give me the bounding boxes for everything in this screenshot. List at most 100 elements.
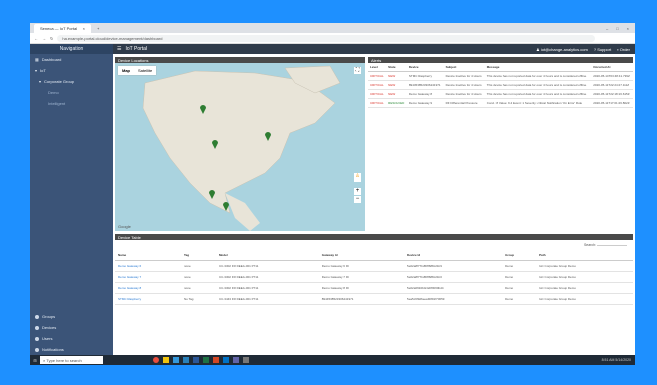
sidebar-item-demo[interactable]: Demo (30, 87, 113, 98)
table-row[interactable]: STMC Raspberry No Tag CC-3443 FR DEEA-00… (115, 293, 633, 305)
reload-icon[interactable]: ↻ (50, 36, 53, 41)
col-gateway-id[interactable]: Gateway Id (318, 250, 405, 261)
table-row[interactable]: CRITICAL RESOLVED Demo Gateway 9 RF Diff… (368, 99, 633, 108)
tab-close-icon[interactable]: × (83, 26, 85, 31)
alerts-panel: Alerts Level State Device Subject Messag… (368, 57, 633, 232)
device-map[interactable]: Map Satellite ⛶ ♙ + − Google (115, 63, 365, 231)
store-icon[interactable] (183, 357, 189, 363)
system-tray[interactable]: 8:51 AM 5/14/2020 (602, 358, 635, 362)
col-tag[interactable]: Tag (181, 250, 216, 261)
sidebar-item-groups[interactable]: Groups (30, 311, 113, 322)
device-link[interactable]: Demo Gateway 7 (115, 271, 181, 283)
app-header: ☰ IoT Portal ♟ iot@change-analytics.com … (113, 44, 635, 54)
browser-tabbar: Seneca — IoT Portal × + – □ × (30, 23, 635, 33)
col-name[interactable]: Name (115, 250, 181, 261)
back-icon[interactable]: ← (34, 36, 38, 41)
support-link[interactable]: ? Support (594, 47, 611, 52)
device-search[interactable]: Search: (115, 240, 633, 250)
sidebar-item-notifications[interactable]: Notifications (30, 344, 113, 355)
clock-time: 8:51 AM (601, 358, 615, 362)
col-level[interactable]: Level (368, 63, 387, 72)
search-input[interactable] (597, 245, 627, 246)
table-row[interactable]: Demo Gateway 6 none CC-3302 FR DEEA-001 … (115, 260, 633, 272)
sidebar-item-corporate-group[interactable]: ▾ Corporate Group (30, 76, 113, 87)
fullscreen-icon[interactable]: ⛶ (354, 67, 361, 74)
col-occurred[interactable]: Occurred At (591, 63, 633, 72)
sidebar-item-dashboard[interactable]: ▦ Dashboard (30, 54, 113, 65)
sidebar-item-devices[interactable]: Devices (30, 322, 113, 333)
user-icon: ♟ (536, 46, 540, 52)
zoom-out-button[interactable]: − (354, 196, 361, 203)
address-bar-row: ← → ↻ ha.example-portal.cloud/device-man… (30, 33, 635, 44)
chrome-icon[interactable] (153, 357, 159, 363)
app-brand: IoT Portal (125, 46, 148, 52)
address-bar[interactable]: ha.example-portal.cloud/device-managemen… (57, 34, 595, 42)
land-north-america (142, 70, 336, 214)
help-icon: ? (593, 46, 597, 52)
alerts-table: Level State Device Subject Message Occur… (368, 63, 633, 108)
sidebar-item-users[interactable]: Users (30, 333, 113, 344)
device-link[interactable]: STMC Raspberry (115, 293, 181, 305)
tab-satellite[interactable]: Satellite (134, 66, 156, 75)
google-logo: Google (118, 224, 131, 229)
col-state[interactable]: State (386, 63, 407, 72)
minimize-button[interactable]: – (606, 26, 608, 31)
sidebar-title: Navigation (30, 44, 113, 54)
folder-icon[interactable] (163, 357, 169, 363)
close-window-button[interactable]: × (627, 26, 629, 31)
browser-tab[interactable]: Seneca — IoT Portal × (34, 23, 91, 33)
land-central-america (225, 193, 260, 231)
tab-map[interactable]: Map (118, 66, 134, 75)
device-link[interactable]: Demo Gateway 6 (115, 260, 181, 272)
device-link[interactable]: Demo Gateway 8 (115, 282, 181, 294)
col-path[interactable]: Path (536, 250, 633, 261)
order-link[interactable]: ▪ Order (617, 47, 630, 52)
windows-start-icon[interactable]: ⊞ (30, 355, 40, 365)
outlook-icon[interactable] (223, 357, 229, 363)
map-panel: Device Locations Map Satellite ⛶ ♙ + − G… (115, 57, 365, 232)
table-row[interactable]: CRITICAL NEW Demo Gateway 8 Device Inact… (368, 90, 633, 99)
zoom-in-button[interactable]: + (354, 188, 361, 195)
table-row[interactable]: CRITICAL NEW STMC Raspberry Device Inact… (368, 72, 633, 81)
users-icon (35, 336, 39, 341)
table-row[interactable]: Demo Gateway 7 none CC-3302 FR DEEA-001 … (115, 271, 633, 283)
word-icon[interactable] (193, 357, 199, 363)
new-tab-button[interactable]: + (97, 26, 99, 31)
taskbar-apps (153, 357, 249, 363)
groups-icon (35, 314, 39, 319)
chevron-down-icon: ▾ (39, 79, 42, 84)
device-table: Name Tag Model Gateway Id Device Id Grou… (115, 250, 633, 305)
user-menu[interactable]: ♟ iot@change-analytics.com (536, 47, 588, 52)
cart-icon: ▪ (617, 46, 619, 52)
notifications-icon (35, 347, 39, 352)
col-device-id[interactable]: Device Id (404, 250, 503, 261)
table-row[interactable]: CRITICAL NEW 8944538523306241971 Device … (368, 81, 633, 90)
browser-window: Seneca — IoT Portal × + – □ × ← → ↻ ha.e… (30, 23, 635, 365)
pegman-icon[interactable]: ♙ (354, 173, 361, 182)
table-row[interactable]: Demo Gateway 8 none CC-3302 FR DEEA-001 … (115, 282, 633, 294)
dashboard-icon: ▦ (35, 57, 39, 62)
sidebar: Navigation ▦ Dashboard ▾ IoT ▾ Corporate… (30, 44, 113, 355)
mail-icon[interactable] (173, 357, 179, 363)
devices-icon (35, 325, 39, 330)
menu-icon[interactable]: ☰ (117, 46, 121, 52)
sidebar-item-iot[interactable]: ▾ IoT (30, 65, 113, 76)
sidebar-item-intelligent[interactable]: Intelligent (30, 98, 113, 109)
col-model[interactable]: Model (215, 250, 319, 261)
tab-title: Seneca — IoT Portal (40, 25, 78, 31)
windows-taskbar: ⊞ ⌕ Type here to search 8:51 AM 5/14/202… (30, 355, 635, 365)
maximize-button[interactable]: □ (616, 26, 618, 31)
powerpoint-icon[interactable] (213, 357, 219, 363)
taskbar-search[interactable]: ⌕ Type here to search (40, 356, 103, 364)
map-canvas (142, 65, 341, 231)
forward-icon[interactable]: → (42, 36, 46, 41)
col-group[interactable]: Group (502, 250, 537, 261)
col-message[interactable]: Message (484, 63, 592, 72)
settings-icon[interactable] (243, 357, 249, 363)
col-subject[interactable]: Subject (443, 63, 485, 72)
device-panel: Device Table Search: Name Tag Model Gate… (115, 234, 633, 344)
teams-icon[interactable] (233, 357, 239, 363)
col-device[interactable]: Device (406, 63, 444, 72)
excel-icon[interactable] (203, 357, 209, 363)
chevron-down-icon: ▾ (35, 68, 38, 73)
